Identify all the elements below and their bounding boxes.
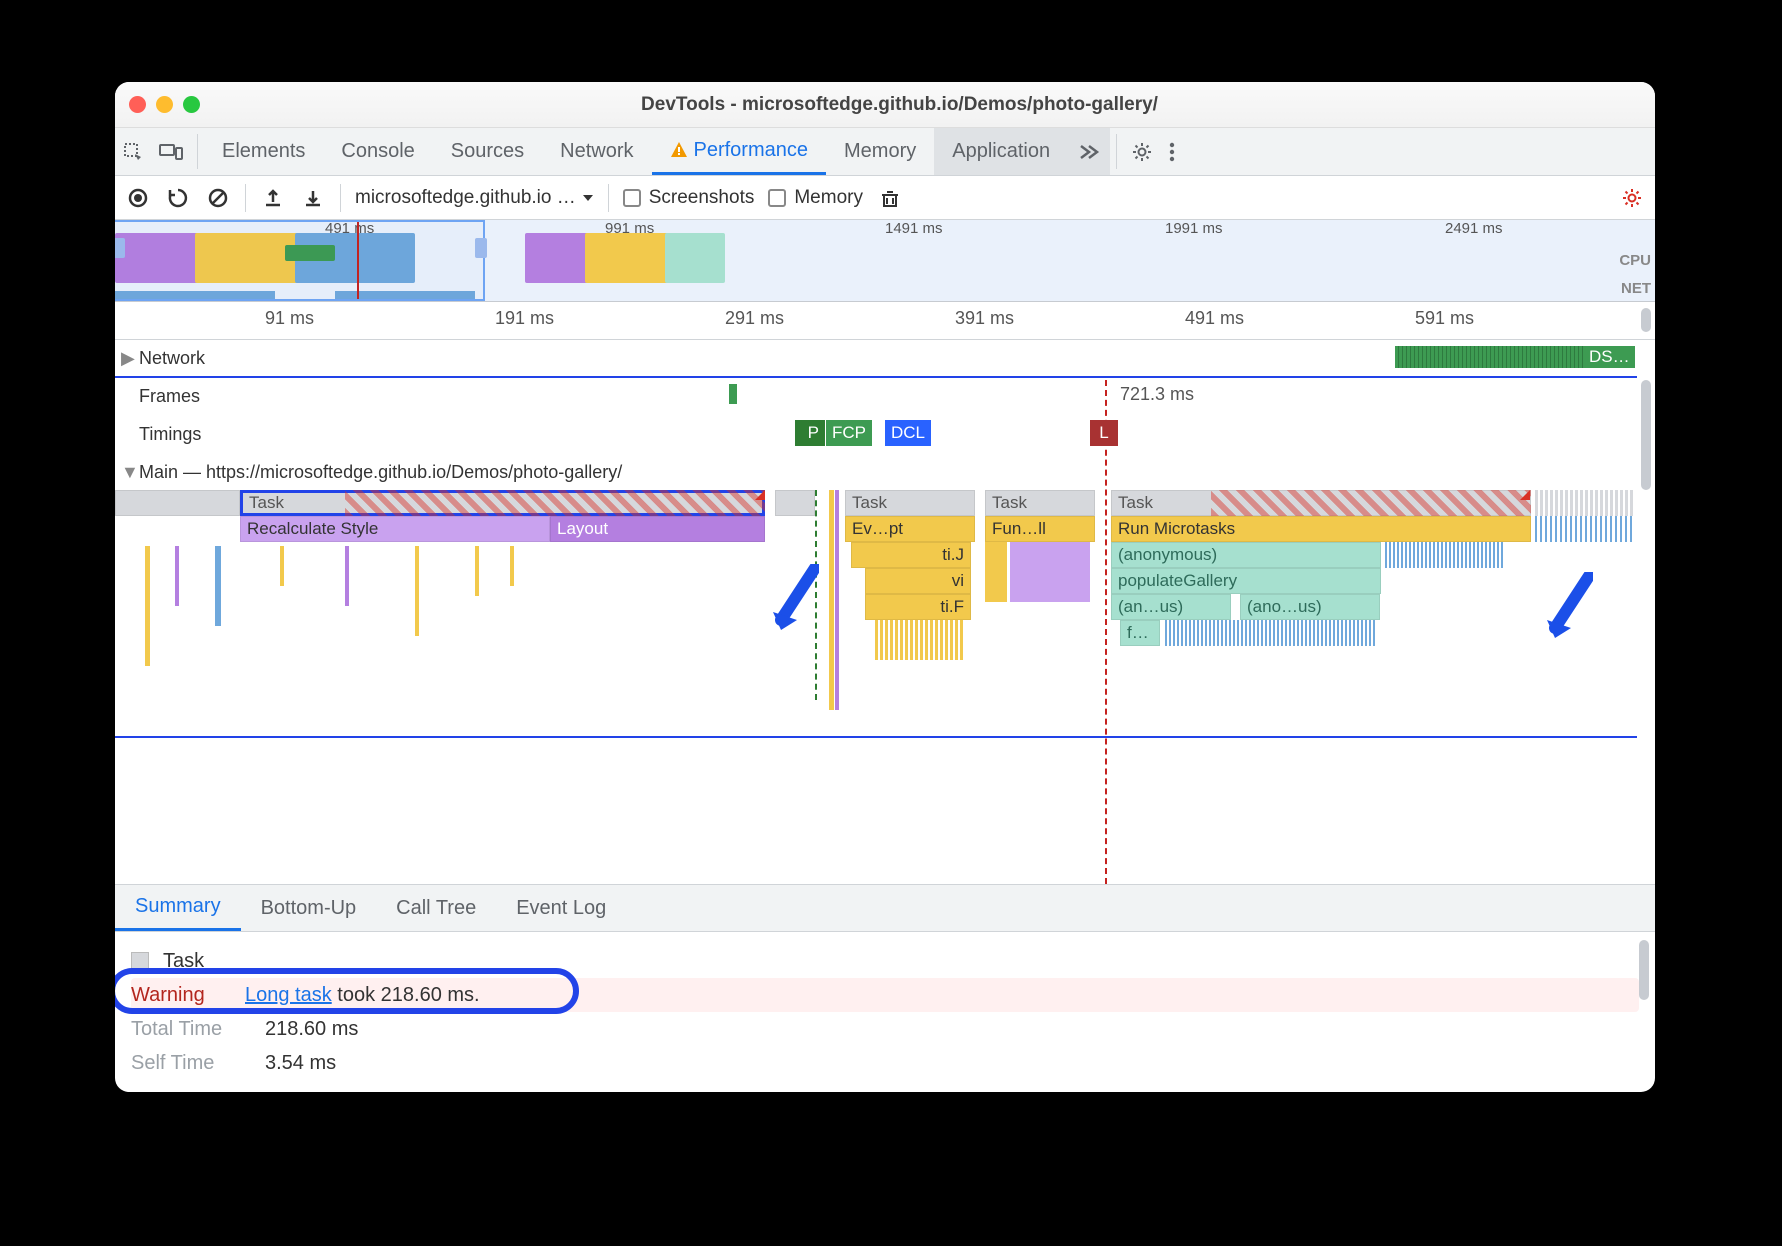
network-block[interactable]: DS… [1585,346,1635,368]
overview-handle-left[interactable] [115,238,125,258]
total-time-row: Total Time 218.60 ms [131,1012,1639,1046]
summary-title-row: Task [131,944,1639,978]
kebab-menu-icon[interactable] [1161,128,1183,175]
flame-task-2[interactable]: Task [845,490,975,516]
overview-handle-right[interactable] [475,238,487,258]
tab-network[interactable]: Network [542,128,651,175]
frames-track-header[interactable]: Frames [115,378,1655,416]
tab-memory[interactable]: Memory [826,128,934,175]
long-task-link[interactable]: Long task [245,984,332,1006]
main-track-header[interactable]: ▼ Main — https://microsoftedge.github.io… [115,454,1655,492]
minimize-window-button[interactable] [156,96,173,113]
upload-icon[interactable] [260,185,286,211]
traffic-lights [129,96,200,113]
summary-vscroll[interactable] [1639,940,1649,1000]
flame-evpt[interactable]: Ev…pt [845,516,975,542]
flame-layout[interactable]: Layout [550,516,765,542]
caret-down-icon: ▼ [121,462,139,483]
tab-console[interactable]: Console [323,128,432,175]
flame-run-microtasks[interactable]: Run Microtasks [1111,516,1531,542]
download-icon[interactable] [300,185,326,211]
summary-panel: Task Warning Long task took 218.60 ms. T… [115,932,1655,1092]
time-marker: 721.3 ms [1120,384,1194,405]
device-toggle-icon[interactable] [151,128,191,175]
record-button[interactable] [125,185,151,211]
cpu-overview[interactable]: 491 ms 991 ms 1491 ms 1991 ms 2491 ms CP… [115,220,1655,302]
capture-settings-icon[interactable] [1619,185,1645,211]
tab-performance[interactable]: Performance [652,128,827,175]
tab-event-log[interactable]: Event Log [496,885,626,931]
zoom-window-button[interactable] [183,96,200,113]
flame-task-4[interactable]: Task [1111,490,1531,516]
flame-funll[interactable]: Fun…ll [985,516,1095,542]
clear-button[interactable] [205,185,231,211]
warning-row: Warning Long task took 218.60 ms. [131,978,1639,1012]
recording-selector[interactable]: microsoftedge.github.io … [355,187,594,209]
titlebar: DevTools - microsoftedge.github.io/Demos… [115,82,1655,128]
self-time-row: Self Time 3.54 ms [131,1046,1639,1080]
devtools-tabbar: Elements Console Sources Network Perform… [115,128,1655,176]
load-mark[interactable]: L [1090,420,1118,446]
fp-mark[interactable]: P [795,420,825,446]
reload-record-button[interactable] [165,185,191,211]
flame-anus-1[interactable]: (an…us) [1111,594,1231,620]
tab-summary[interactable]: Summary [115,885,241,931]
memory-checkbox[interactable]: Memory [768,187,863,209]
tab-elements[interactable]: Elements [204,128,323,175]
flame-task-1[interactable]: Task [240,490,765,516]
tab-application[interactable]: Application [934,128,1068,175]
window-title: DevTools - microsoftedge.github.io/Demos… [218,94,1641,116]
tab-sources[interactable]: Sources [433,128,542,175]
fcp-mark[interactable]: FCP [826,420,872,446]
inspect-icon[interactable] [115,128,151,175]
timeline-ruler[interactable]: 91 ms 191 ms 291 ms 391 ms 491 ms 591 ms [115,302,1655,340]
chevron-down-icon [582,192,594,204]
pane-vscroll[interactable] [1641,380,1651,490]
flame-populate-gallery[interactable]: populateGallery [1111,568,1381,594]
warning-icon [670,141,688,159]
tab-call-tree[interactable]: Call Tree [376,885,496,931]
flame-recalc-style[interactable]: Recalculate Style [240,516,550,542]
flame-anonymous-1[interactable]: (anonymous) [1111,542,1381,568]
performance-toolbar: microsoftedge.github.io … Screenshots Me… [115,176,1655,220]
dcl-mark[interactable]: DCL [885,420,931,446]
details-tabbar: Summary Bottom-Up Call Tree Event Log [115,884,1655,932]
tab-bottom-up[interactable]: Bottom-Up [241,885,377,931]
caret-right-icon: ▶ [121,348,139,369]
devtools-window: DevTools - microsoftedge.github.io/Demos… [115,82,1655,1092]
ruler-vscroll[interactable] [1641,308,1651,332]
settings-icon[interactable] [1123,128,1161,175]
flame-anus-2[interactable]: (ano…us) [1240,594,1380,620]
flame-pane[interactable]: ▶ Network DS… 721.3 ms Frames Timings P … [115,340,1655,884]
garbage-collect-icon[interactable] [877,185,903,211]
task-swatch [131,952,149,970]
flame-task-3[interactable]: Task [985,490,1095,516]
screenshots-checkbox[interactable]: Screenshots [623,187,755,209]
more-tabs-button[interactable] [1068,128,1110,175]
close-window-button[interactable] [129,96,146,113]
